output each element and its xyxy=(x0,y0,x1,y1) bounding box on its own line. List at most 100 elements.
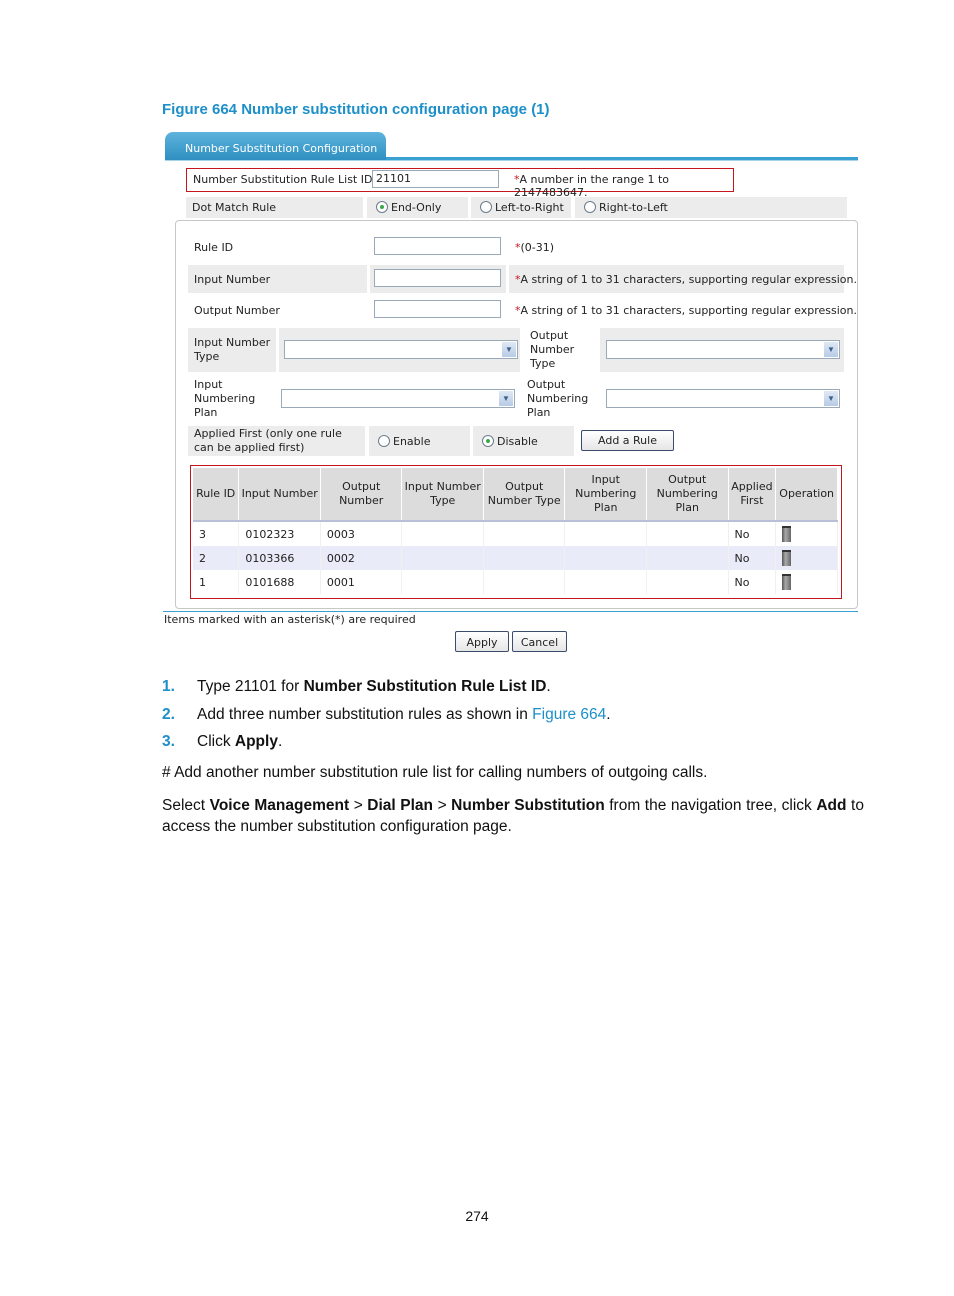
col-input-number-type: Input Number Type xyxy=(401,468,484,522)
button-ref: Add xyxy=(816,797,847,814)
trash-icon[interactable] xyxy=(782,550,792,566)
cell-output-number-type xyxy=(483,521,566,546)
radio-icon[interactable] xyxy=(480,201,492,213)
input-number-type-label: Input Number Type xyxy=(194,336,271,363)
table-row: 1 0101688 0001 No xyxy=(193,570,838,594)
rule-list-id-label: Number Substitution Rule List ID xyxy=(193,173,373,186)
chevron-down-icon[interactable]: ▼ xyxy=(499,391,513,406)
cell-output-number: 0003 xyxy=(320,521,403,546)
step-text: . xyxy=(546,678,551,695)
cell-applied-first: No xyxy=(728,546,777,570)
col-rule-id: Rule ID xyxy=(193,468,240,522)
radio-icon[interactable] xyxy=(584,201,596,213)
text: from the navigation tree, click xyxy=(604,797,817,814)
input-number-input[interactable] xyxy=(374,269,501,287)
rule-list-id-input[interactable]: 21101 xyxy=(372,170,499,188)
add-rule-button[interactable]: Add a Rule xyxy=(581,430,674,451)
cell-input-numbering-plan xyxy=(564,546,647,570)
radio-enable[interactable]: Enable xyxy=(378,435,430,448)
step-text: . xyxy=(277,733,283,750)
cell-output-numbering-plan xyxy=(646,546,729,570)
col-output-number: Output Number xyxy=(320,468,403,522)
menu-path: Dial Plan xyxy=(367,797,434,814)
trash-icon[interactable] xyxy=(782,574,792,590)
menu-path: Voice Management xyxy=(209,797,350,814)
cell-operation xyxy=(775,546,838,570)
step-bold: Number Substitution Rule List ID xyxy=(303,678,547,695)
step-text: . xyxy=(606,706,611,723)
trash-icon[interactable] xyxy=(782,526,792,542)
step-text: Add three number substitution rules as s… xyxy=(197,706,533,723)
chevron-down-icon[interactable]: ▼ xyxy=(824,391,838,406)
radio-icon[interactable] xyxy=(378,435,390,447)
page-number: 274 xyxy=(465,1208,489,1224)
radio-label: Left-to-Right xyxy=(495,201,564,214)
required-note: Items marked with an asterisk(*) are req… xyxy=(164,613,416,626)
tab-divider xyxy=(165,160,858,161)
hint-text: A string of 1 to 31 characters, supporti… xyxy=(520,273,858,286)
text: > xyxy=(349,797,368,814)
menu-path: Number Substitution xyxy=(451,797,605,814)
radio-label: Enable xyxy=(393,435,431,448)
output-number-type-label: Output Number Type xyxy=(530,329,575,370)
step-text: Type 21101 for xyxy=(197,678,304,695)
col-output-number-type: Output Number Type xyxy=(483,468,566,522)
cancel-button[interactable]: Cancel xyxy=(512,631,567,652)
step-1: 1. Type 21101 for Number Substitution Ru… xyxy=(162,678,551,696)
step-2: 2. Add three number substitution rules a… xyxy=(162,706,611,724)
cell-output-numbering-plan xyxy=(646,570,729,594)
rule-id-hint: *(0-31) xyxy=(515,241,554,254)
cell-input-numbering-plan xyxy=(564,521,647,546)
radio-label: Right-to-Left xyxy=(599,201,668,214)
input-number-label: Input Number xyxy=(194,273,271,286)
rules-table: Rule ID Input Number Output Number Input… xyxy=(193,468,838,594)
radio-end-only[interactable]: End-Only xyxy=(367,197,468,218)
text: Select xyxy=(162,797,210,814)
step-number: 2. xyxy=(162,706,175,723)
cell-input-numbering-plan xyxy=(564,570,647,594)
cell-output-number-type xyxy=(483,546,566,570)
input-number-hint: *A string of 1 to 31 characters, support… xyxy=(515,273,857,286)
radio-selected-icon[interactable] xyxy=(482,435,494,447)
hint-text: A string of 1 to 31 characters, supporti… xyxy=(520,304,858,317)
hint-text: A number in the range 1 to 2147483647. xyxy=(514,173,670,199)
radio-right-to-left[interactable]: Right-to-Left xyxy=(575,197,847,218)
chevron-down-icon[interactable]: ▼ xyxy=(502,342,516,357)
output-number-input[interactable] xyxy=(374,300,501,318)
output-number-type-select[interactable]: ▼ xyxy=(606,340,840,359)
cell-output-number: 0001 xyxy=(320,570,403,594)
input-number-type-select[interactable]: ▼ xyxy=(284,340,518,359)
applied-first-label: Applied First (only one rule can be appl… xyxy=(194,427,342,454)
radio-selected-icon[interactable] xyxy=(376,201,388,213)
cell-rule-id: 2 xyxy=(193,546,240,570)
radio-disable[interactable]: Disable xyxy=(482,435,538,448)
cell-operation xyxy=(775,570,838,594)
apply-button[interactable]: Apply xyxy=(455,631,509,652)
col-output-numbering-plan: Output Numbering Plan xyxy=(646,468,729,522)
table-header-row: Rule ID Input Number Output Number Input… xyxy=(193,468,838,522)
table-row: 2 0103366 0002 No xyxy=(193,546,838,570)
table-row: 3 0102323 0003 No xyxy=(193,521,838,546)
col-operation: Operation xyxy=(775,468,838,522)
rule-id-input[interactable] xyxy=(374,237,501,255)
chevron-down-icon[interactable]: ▼ xyxy=(824,342,838,357)
figure-link[interactable]: Figure 664 xyxy=(532,706,606,723)
step-3: 3. Click Apply. xyxy=(162,733,282,751)
output-number-hint: *A string of 1 to 31 characters, support… xyxy=(515,304,857,317)
step-bold: Apply xyxy=(234,733,278,750)
hint-text: (0-31) xyxy=(520,241,555,254)
tab-number-substitution-configuration[interactable]: Number Substitution Configuration xyxy=(165,132,386,160)
step-number: 1. xyxy=(162,678,175,695)
output-numbering-plan-select[interactable]: ▼ xyxy=(606,389,840,408)
cell-input-number: 0101688 xyxy=(238,570,321,594)
output-number-label: Output Number xyxy=(194,304,280,317)
radio-label: End-Only xyxy=(391,201,442,214)
cell-input-number-type xyxy=(401,570,484,594)
input-numbering-plan-select[interactable]: ▼ xyxy=(281,389,515,408)
cell-input-number-type xyxy=(401,521,484,546)
col-applied-first: Applied First xyxy=(728,468,777,522)
figure-caption: Figure 664 Number substitution configura… xyxy=(162,101,550,118)
paragraph-navigation: Select Voice Management > Dial Plan > Nu… xyxy=(162,795,864,837)
rule-id-label: Rule ID xyxy=(194,241,234,254)
radio-left-to-right[interactable]: Left-to-Right xyxy=(471,197,571,218)
